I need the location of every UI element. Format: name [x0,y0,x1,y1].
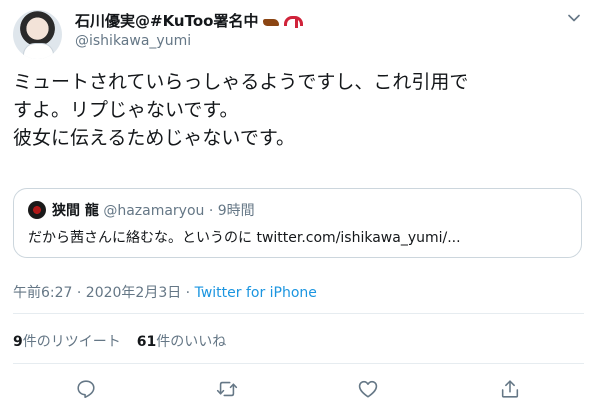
quoted-tweet-card[interactable]: 狭間 龍 @hazamaryou · 9時間 だから茜さんに絡むな。というのに … [13,188,582,258]
quoted-author-avatar [28,201,46,219]
divider [13,363,584,364]
reply-icon[interactable] [75,378,97,400]
author-handle[interactable]: @ishikawa_yumi [75,33,191,49]
retweet-label: 件のリツイート [22,334,121,350]
like-stat[interactable]: 61件のいいね [137,334,226,350]
tweet-line: ミュートされていらっしゃるようですし、これ引用で [13,71,469,93]
share-icon[interactable] [499,378,521,400]
tweet-source-app[interactable]: Twitter for iPhone [195,285,317,301]
tweet-line: 彼女に伝えるためじゃないです。 [13,127,295,149]
brown-shoe-icon [262,14,280,28]
divider [13,313,584,314]
like-count: 61 [136,334,157,350]
chevron-down-icon[interactable] [568,12,580,24]
tweet-actions [0,378,597,400]
quoted-tweet-text: だから茜さんに絡むな。というのに twitter.com/ishikawa_yu… [28,230,461,246]
quoted-author-handle: @hazamaryou [103,203,205,219]
author-display-name[interactable]: 石川優実@#KuToo署名中 [75,10,304,31]
tweet-text: ミュートされていらっしゃるようですし、これ引用で すよ。リプじゃないです。 彼女… [13,68,583,152]
retweet-icon[interactable] [216,378,238,400]
red-high-heel-icon [282,14,304,28]
tweet-datetime[interactable]: 午前6:27 · 2020年2月3日 · [13,285,195,301]
like-label: 件のいいね [156,334,227,350]
tweet-stats: 9件のリツイート 61件のいいね [13,331,226,351]
quoted-tweet-header: 狭間 龍 @hazamaryou · 9時間 [52,200,255,220]
tweet-metadata: 午前6:27 · 2020年2月3日 · Twitter for iPhone [13,282,317,302]
retweet-count: 9 [13,334,23,350]
retweet-stat[interactable]: 9件のリツイート [13,334,121,350]
author-avatar[interactable] [13,10,62,59]
tweet-line: すよ。リプじゃないです。 [13,99,239,121]
quoted-author-name: 狭間 龍 [52,203,99,219]
quoted-tweet-time: · 9時間 [204,203,255,219]
author-name-text: 石川優実@#KuToo署名中 [75,12,259,30]
like-icon[interactable] [357,378,379,400]
